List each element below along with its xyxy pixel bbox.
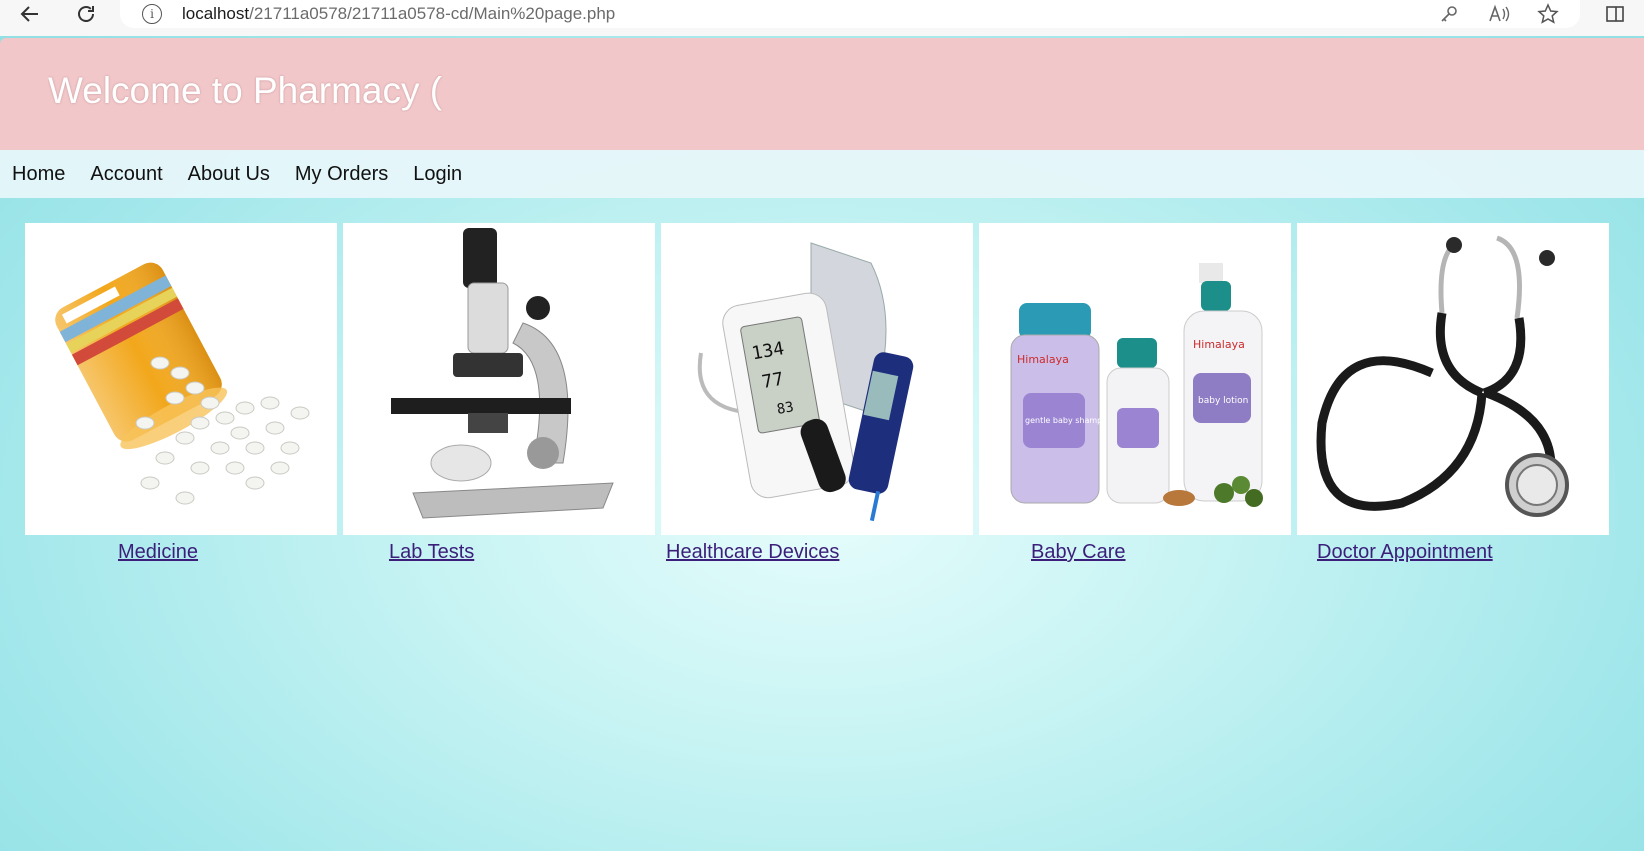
- main-nav: Home Account About Us My Orders Login: [0, 150, 1644, 198]
- refresh-icon[interactable]: [68, 0, 104, 28]
- bp-monitor-image: 134 77 83: [697, 242, 914, 522]
- nav-account[interactable]: Account: [90, 163, 162, 186]
- nav-my-orders[interactable]: My Orders: [295, 163, 388, 186]
- nav-login[interactable]: Login: [413, 163, 462, 186]
- medicine-link[interactable]: Medicine: [118, 541, 198, 564]
- lotion-label: baby lotion: [1198, 396, 1248, 406]
- nav-about-us[interactable]: About Us: [188, 163, 270, 186]
- site-info-icon[interactable]: i: [142, 4, 162, 24]
- browser-toolbar: i localhost/21711a0578/21711a0578-cd/Mai…: [0, 0, 1644, 36]
- baby-care-tile[interactable]: Himalaya baby lotion Himalaya gentle bab…: [979, 223, 1291, 535]
- stethoscope-image: [1316, 235, 1569, 517]
- doctor-appointment-link[interactable]: Doctor Appointment: [1317, 541, 1493, 564]
- back-icon[interactable]: [12, 0, 48, 28]
- key-icon[interactable]: [1434, 2, 1464, 26]
- url-text: localhost/21711a0578/21711a0578-cd/Main%…: [182, 4, 616, 23]
- shampoo-label: gentle baby shampoo: [1025, 416, 1112, 425]
- brand-label: Himalaya: [1193, 338, 1245, 351]
- page-title: Welcome to Pharmacy (: [48, 70, 443, 111]
- lab-tests-tile[interactable]: [343, 223, 655, 535]
- address-bar[interactable]: i localhost/21711a0578/21711a0578-cd/Mai…: [120, 0, 1580, 28]
- read-aloud-icon[interactable]: [1484, 2, 1514, 26]
- bp-pulse-readout: 83: [776, 399, 795, 418]
- star-icon[interactable]: [1533, 2, 1563, 26]
- healthcare-devices-link[interactable]: Healthcare Devices: [666, 541, 839, 564]
- nav-home[interactable]: Home: [12, 163, 65, 186]
- medicine-tile[interactable]: [25, 223, 337, 535]
- healthcare-devices-tile[interactable]: 134 77 83: [661, 223, 973, 535]
- baby-care-link[interactable]: Baby Care: [1031, 541, 1126, 564]
- baby-products-image: Himalaya baby lotion Himalaya gentle bab…: [1010, 263, 1263, 507]
- bp-dia-readout: 77: [760, 369, 785, 393]
- microscope-image: [391, 228, 614, 519]
- split-screen-icon[interactable]: [1600, 2, 1630, 26]
- header-banner: Welcome to Pharmacy (: [0, 38, 1644, 150]
- brand-label-2: Himalaya: [1017, 353, 1069, 366]
- pill-bottle-image: [55, 262, 310, 505]
- doctor-appointment-tile[interactable]: [1297, 223, 1609, 535]
- lab-tests-link[interactable]: Lab Tests: [389, 541, 474, 564]
